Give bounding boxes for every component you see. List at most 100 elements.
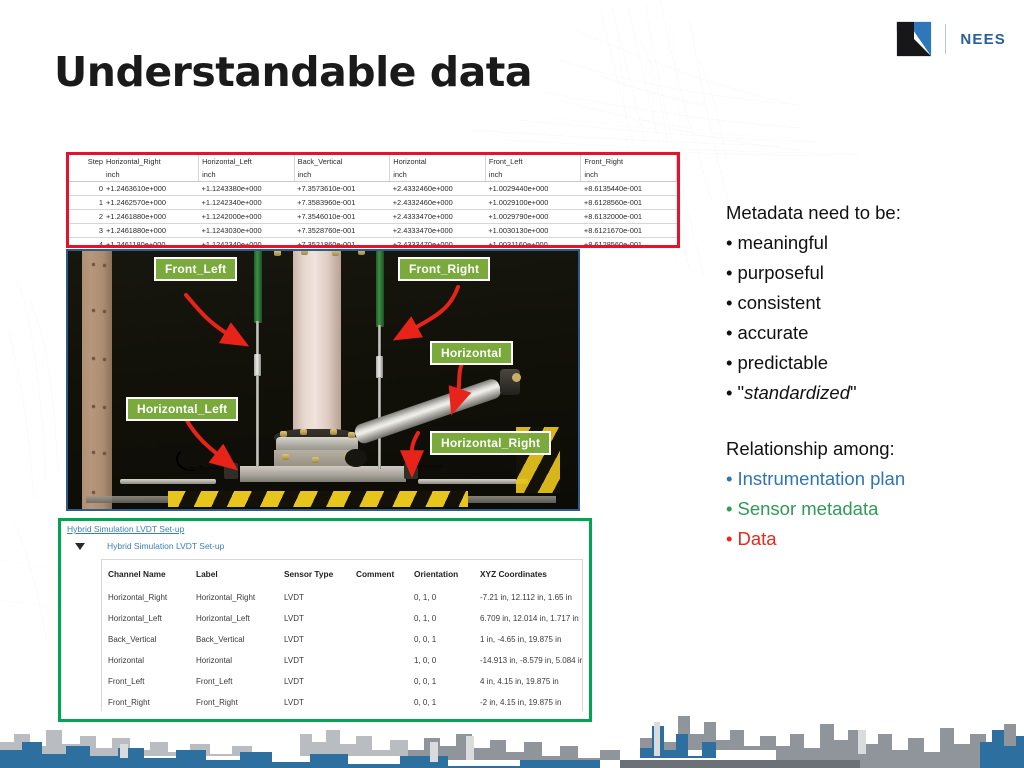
list-item: • accurate [726,322,809,343]
table-row: Horizontal_Right Horizontal_Right LVDT 0, 1… [102,587,582,608]
bullet-icon: • [726,292,733,313]
anchor-nut [282,454,289,460]
lvdt-front-left-lower-rod [256,375,259,467]
wall-bolt [92,405,95,408]
metadata-column-header: Label [196,569,218,579]
metadata-cell-channel: Horizontal_Left [108,614,162,623]
table-cell: +2.4333470e+000 [389,237,486,245]
metadata-cell-type: LVDT [284,677,304,686]
column-spacer [726,408,1016,434]
table-row: 3 +1.2461880e+000 +1.1243030e+000 +7.352876… [69,223,677,238]
list-item-emphasis: standardized [744,382,850,403]
metadata-cell-channel: Front_Right [108,698,150,707]
metadata-column-header: XYZ Coordinates [480,569,547,579]
relationship-list: • Instrumentation plan • Sensor metadata • Da… [726,464,1016,554]
column-header: Horizontal_Right [103,155,200,168]
specimen-photo-panel: Front_Left Front_Right Horizontal Horizo… [66,249,580,511]
list-item: • purposeful [726,262,824,283]
column-unit: inch [198,168,295,182]
metadata-cell-orientation: 0, 0, 1 [414,635,437,644]
list-item: • Data [726,528,777,549]
slide-canvas: NEES Understandable data Step Horizontal_… [0,0,1024,768]
table-cell: +8.6135440e-001 [580,181,677,196]
specimen-photo: Front_Left Front_Right Horizontal Horizo… [68,251,578,509]
horizontal-right-rod [418,479,528,484]
lvdt-front-left-core [254,354,261,376]
table-cell: +1.0029100e+000 [485,195,581,210]
table-cell: +1.2461180e+000 [103,237,199,245]
anchor-nut [280,431,287,437]
metadata-cell-comment [350,629,408,650]
collapse-triangle-icon[interactable] [75,542,85,550]
bullet-icon: • [726,232,733,253]
column-header: Back_Vertical [294,155,391,168]
lvdt-front-left-rod [256,321,259,357]
lvdt-front-left-body [254,251,262,323]
table-unit-row: inch inch inch inch inch inch [69,168,677,182]
metadata-cell-orientation: 0, 0, 1 [414,698,437,707]
table-cell: +1.2463610e+000 [103,181,199,196]
table-cell: +2.4333470e+000 [389,223,486,238]
table-cell: 2 [69,209,103,224]
horizontal-left-rod [120,479,216,484]
table-row: Front_Left Front_Left LVDT 0, 0, 1 4 in, 4.1… [102,671,582,692]
anchor-nut [300,429,307,435]
metadata-cell-channel: Horizontal_Right [108,593,168,602]
table-cell: +1.0029440e+000 [485,181,581,196]
column-unit [69,168,103,182]
metadata-cell-type: LVDT [284,593,304,602]
callout-front-left: Front_Left [154,257,238,281]
metadata-cell-label: Horizontal_Left [196,614,250,623]
callout-horizontal: Horizontal [430,341,513,365]
metadata-column-header: Orientation [414,569,459,579]
anchor-nut [301,251,308,255]
table-cell: +7.3546010e-001 [294,209,390,224]
table-row: 1 +1.2462570e+000 +1.1242340e+000 +7.358396… [69,195,677,210]
table-cell: +8.6128560e-001 [580,195,677,210]
list-item: • meaningful [726,232,828,253]
callout-label: Horizontal_Left [137,402,228,416]
metadata-cell-comment [350,671,408,692]
list-item: • "standardized" [726,382,857,403]
table-cell: +2.4332460e+000 [389,195,486,210]
lvdt-front-right-rod [378,325,381,359]
list-item: • Instrumentation plan [726,468,906,489]
metadata-cell-type: LVDT [284,635,304,644]
metadata-cell-type: LVDT [284,614,304,623]
metadata-column-header: Channel Name [108,569,166,579]
wall-bolt [103,264,106,267]
wall-bolt [92,357,95,360]
actuator-clevis [345,449,367,467]
table-cell: +1.1242340e+000 [198,195,295,210]
wall-bolt [92,491,95,494]
plywood-strip [82,251,112,509]
metadata-cell-label: Horizontal [196,656,233,665]
metadata-breadcrumb-link[interactable]: Hybrid Simulation LVDT Set-up [67,524,184,534]
column-header: Front_Right [580,155,677,168]
metadata-cell-comment [350,650,408,671]
metadata-section-header[interactable]: Hybrid Simulation LVDT Set-up [67,541,224,551]
list-item: • predictable [726,352,828,373]
metadata-cell-type: LVDT [284,698,304,707]
raw-data-table-panel: Step Horizontal_Right Horizontal_Left Back_… [66,152,680,248]
column-header: Front_Left [485,155,582,168]
lvdt-front-right-body [376,251,384,327]
callout-label: Horizontal_Right [441,436,541,450]
column-unit: inch [103,168,200,182]
metadata-cell-comment [350,692,408,711]
logo-divider [945,24,947,54]
table-cell: +7.3528760e-001 [294,223,390,238]
raw-data-table: Step Horizontal_Right Horizontal_Left Back_… [69,155,677,245]
metadata-cell-channel: Front_Left [108,677,145,686]
table-cell: +1.0031160e+000 [485,237,581,245]
metadata-cell-xyz: -14.913 in, -8.579 in, 5.084 in [480,656,583,665]
column-unit: inch [580,168,677,182]
table-row: 2 +1.2461880e+000 +1.1242000e+000 +7.354601… [69,209,677,224]
list-item: • Sensor metadata [726,498,879,519]
nees-n-mark-icon [897,21,932,57]
table-cell: +1.1243030e+000 [198,223,295,238]
sensor-metadata-table: Channel Name Label Sensor Type Comment Orien… [102,560,582,711]
column-header: Horizontal [389,155,486,168]
table-cell: +7.3573610e-001 [294,181,390,196]
column-unit: inch [485,168,582,182]
